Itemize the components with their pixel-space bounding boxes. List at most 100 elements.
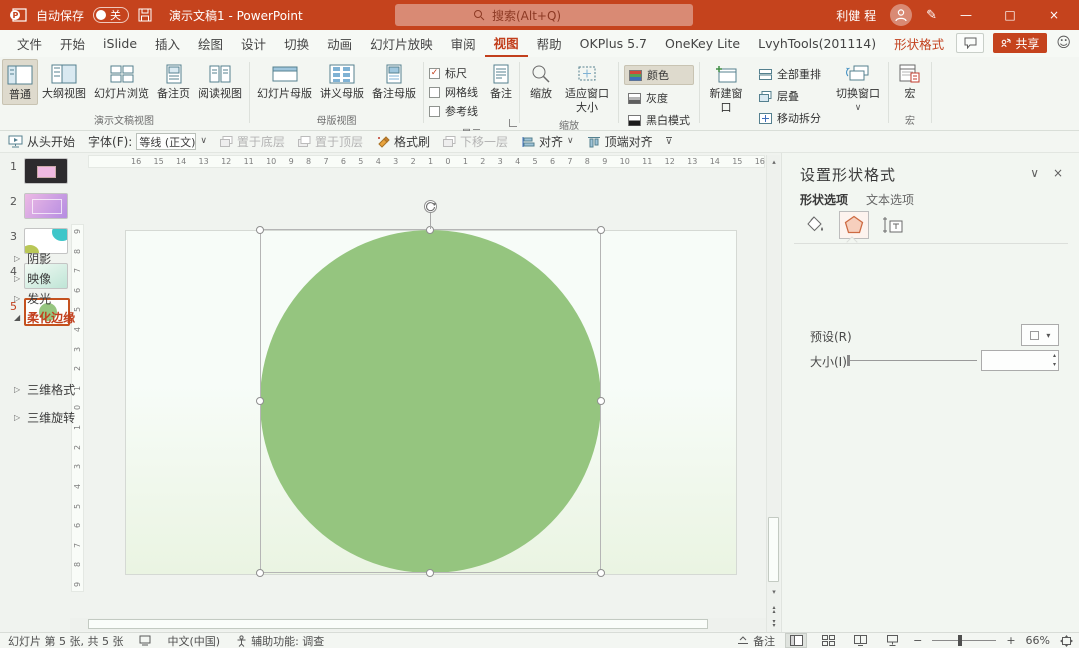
tab-design[interactable]: 设计 [232, 30, 275, 57]
accessibility-status[interactable]: 辅助功能: 调查 [236, 633, 324, 648]
panel-chevron-down-icon[interactable]: ∨ [1030, 166, 1039, 180]
scroll-down-arrow[interactable]: ▾ [767, 585, 781, 598]
tab-draw[interactable]: 绘图 [189, 30, 232, 57]
zoom-out-button[interactable]: − [913, 634, 922, 647]
soft-edges-size-input[interactable]: ▴▾ [981, 350, 1059, 371]
next-slide-button[interactable]: ▾▾ [767, 617, 781, 631]
handout-master-button[interactable]: 讲义母版 [316, 59, 368, 103]
fill-line-icon[interactable] [800, 211, 830, 239]
tab-animations[interactable]: 动画 [318, 30, 361, 57]
font-combobox[interactable]: 等线 (正文) [136, 133, 196, 150]
from-beginning-button[interactable]: 从头开始 [8, 133, 75, 150]
rotation-handle[interactable] [423, 199, 438, 214]
soft-edges-preset-dropdown[interactable]: ▾ [1021, 324, 1059, 346]
vertical-scrollbar[interactable]: ▴ ▾ ▴▴ ▾▾ [766, 155, 780, 632]
vertical-ruler[interactable]: 9876543210123456789 [71, 224, 84, 592]
move-split-button[interactable]: 移动拆分 [755, 109, 825, 127]
maximize-button[interactable]: □ [995, 0, 1025, 30]
slide-sorter-button[interactable]: 幻灯片浏览 [90, 59, 153, 103]
close-button[interactable]: × [1039, 0, 1069, 30]
macros-button[interactable]: 宏 [892, 59, 928, 103]
notes-button[interactable]: 备注 [486, 59, 516, 103]
search-input[interactable]: 搜索(Alt+Q) [395, 4, 693, 26]
tab-islide[interactable]: iSlide [94, 30, 146, 57]
show-dialog-launcher[interactable] [509, 119, 517, 127]
ruler-checkbox[interactable]: ✓标尺 [429, 65, 478, 81]
align-top-button[interactable]: 顶端对齐 [587, 133, 653, 150]
horizontal-ruler[interactable]: 1615141312111098765432101234567891011121… [88, 155, 765, 168]
tab-okplus[interactable]: OKPlus 5.7 [571, 30, 656, 57]
tab-onekey[interactable]: OneKey Lite [656, 30, 749, 57]
share-button[interactable]: 共享 [993, 33, 1047, 53]
soft-edges-size-slider[interactable] [849, 360, 977, 361]
user-name[interactable]: 利健 程 [836, 7, 876, 24]
tab-insert[interactable]: 插入 [146, 30, 189, 57]
resize-handle-middle-right[interactable] [597, 397, 605, 405]
horizontal-scrollbar[interactable] [70, 618, 766, 631]
resize-handle-top-left[interactable] [256, 226, 264, 234]
zoom-button[interactable]: 缩放 [523, 59, 559, 103]
gridlines-checkbox[interactable]: 网格线 [429, 84, 478, 100]
reading-view-button[interactable]: 阅读视图 [194, 59, 246, 103]
outline-view-button[interactable]: 大纲视图 [38, 59, 90, 103]
horizontal-scrollbar-thumb[interactable] [88, 619, 708, 629]
slide-sorter-toggle[interactable] [817, 633, 839, 648]
size-properties-icon[interactable] [878, 211, 908, 239]
black-white-button[interactable]: 黑白模式 [624, 111, 694, 129]
oval-shape[interactable] [260, 230, 601, 573]
bring-to-front-button[interactable]: 置于顶层 [298, 133, 363, 150]
soft-edges-slider-thumb[interactable] [847, 355, 850, 366]
cascade-button[interactable]: 层叠 [755, 87, 825, 105]
language-indicator[interactable]: 中文(中国) [167, 633, 220, 648]
slide-master-button[interactable]: 幻灯片母版 [253, 59, 316, 103]
send-to-back-button[interactable]: 置于底层 [220, 133, 285, 150]
thumbnail-slide-2[interactable]: 2 [0, 193, 70, 219]
tab-transitions[interactable]: 切换 [275, 30, 318, 57]
section-shadow[interactable]: ▷阴影 [14, 250, 51, 267]
effects-icon[interactable] [839, 211, 869, 239]
autosave-toggle[interactable]: 关 [93, 7, 129, 23]
tab-shape-format[interactable]: 形状格式 [885, 30, 953, 57]
zoom-slider[interactable] [932, 640, 996, 641]
shape-options-tab[interactable]: 形状选项 [800, 191, 848, 208]
arrange-all-button[interactable]: 全部重排 [755, 65, 825, 83]
tab-lvyhtools[interactable]: LvyhTools(201114) [749, 30, 885, 57]
tab-file[interactable]: 文件 [8, 30, 51, 57]
panel-close-icon[interactable]: × [1053, 166, 1063, 180]
notes-master-button[interactable]: 备注母版 [368, 59, 420, 103]
spin-up-icon[interactable]: ▴ [1053, 353, 1056, 359]
slide-1-preview[interactable] [24, 158, 68, 184]
resize-handle-middle-left[interactable] [256, 397, 264, 405]
resize-handle-bottom-right[interactable] [597, 569, 605, 577]
tab-view[interactable]: 视图 [485, 30, 528, 57]
text-options-tab[interactable]: 文本选项 [866, 191, 914, 208]
tab-help[interactable]: 帮助 [528, 30, 571, 57]
switch-windows-button[interactable]: 切换窗口 ∨ [831, 59, 885, 115]
fit-slide-icon[interactable] [1060, 635, 1073, 647]
slide-2-preview[interactable] [24, 193, 68, 219]
chevron-down-icon[interactable]: ∨ [200, 137, 207, 146]
section-soft-edges[interactable]: ◢柔化边缘 [14, 309, 75, 326]
new-window-button[interactable]: 新建窗口 [703, 59, 749, 117]
spin-down-icon[interactable]: ▾ [1053, 362, 1056, 368]
theater-icon[interactable] [139, 635, 151, 646]
section-glow[interactable]: ▷发光 [14, 290, 51, 307]
send-backward-button[interactable]: 下移一层 [443, 133, 508, 150]
zoom-slider-thumb[interactable] [958, 635, 962, 646]
section-reflection[interactable]: ▷映像 [14, 270, 51, 287]
section-3d-format[interactable]: ▷三维格式 [14, 381, 75, 398]
save-icon[interactable] [138, 8, 152, 22]
resize-handle-top-right[interactable] [597, 226, 605, 234]
align-button[interactable]: 对齐 ∨ [521, 133, 574, 150]
avatar[interactable] [890, 4, 912, 26]
comments-button[interactable] [956, 33, 984, 53]
notes-page-button[interactable]: 备注页 [153, 59, 194, 103]
grayscale-button[interactable]: 灰度 [624, 89, 694, 107]
zoom-in-button[interactable]: + [1006, 634, 1015, 647]
feedback-smiley-icon[interactable]: ☺ [1056, 35, 1071, 51]
normal-view-toggle[interactable] [785, 633, 807, 648]
normal-view-button[interactable]: 普通 [2, 59, 38, 105]
vertical-scrollbar-thumb[interactable] [768, 517, 779, 582]
fit-to-window-button[interactable]: 适应窗口大小 [559, 59, 615, 117]
pen-mode-icon[interactable]: ✎ [926, 8, 937, 23]
